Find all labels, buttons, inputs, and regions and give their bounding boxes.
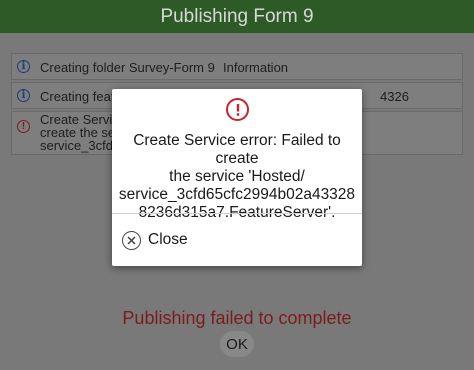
log-message: Creating featu (40, 89, 122, 104)
log-type: Information (223, 60, 289, 75)
app-header: Publishing Form 9 (0, 0, 474, 33)
log-row: i Creating folder Survey-Form 9 Informat… (11, 53, 463, 80)
log-message: Creating folder Survey-Form 9 (40, 60, 215, 75)
error-dialog: Create Service error: Failed to create t… (112, 89, 362, 266)
dialog-message: Create Service error: Failed to create t… (118, 132, 356, 221)
ok-button[interactable]: OK (220, 331, 254, 357)
error-icon: ! (17, 120, 30, 133)
close-icon (122, 230, 141, 250)
close-button[interactable]: Close (122, 229, 188, 251)
log-detail: 4326 (380, 89, 409, 104)
page-title: Publishing Form 9 (160, 5, 314, 27)
info-icon: i (17, 60, 30, 73)
close-label: Close (148, 231, 188, 248)
info-icon: i (17, 89, 30, 102)
dialog-divider (112, 213, 362, 214)
error-icon (226, 98, 249, 121)
publish-status: Publishing failed to complete (122, 308, 352, 328)
